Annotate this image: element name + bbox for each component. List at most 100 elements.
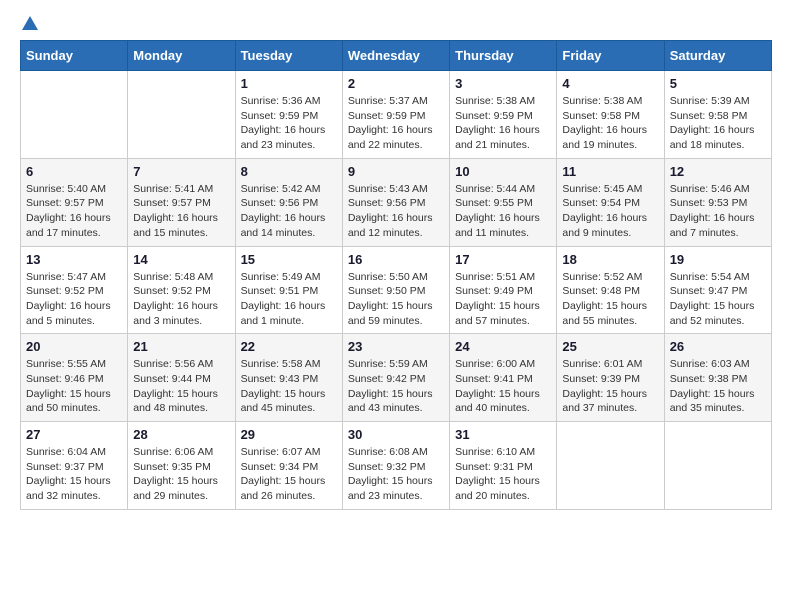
day-number: 4: [562, 76, 658, 91]
day-number: 22: [241, 339, 337, 354]
day-info: Sunrise: 5:48 AM Sunset: 9:52 PM Dayligh…: [133, 270, 229, 329]
logo: [20, 20, 38, 30]
calendar-week-row: 6Sunrise: 5:40 AM Sunset: 9:57 PM Daylig…: [21, 158, 772, 246]
calendar-week-row: 13 Sunrise: 5:47 AM Sunset: 9:52 PM Dayli…: [21, 246, 772, 334]
day-info: Sunrise: 5:44 AM Sunset: 9:55 PM Dayligh…: [455, 182, 551, 241]
day-number: 27: [26, 427, 122, 442]
day-info: Sunrise: 5:37 AM Sunset: 9:59 PM Dayligh…: [348, 94, 444, 153]
day-info: Sunrise: 5:36 AM Sunset: 9:59 PM Dayligh…: [241, 94, 337, 153]
calendar-table: SundayMondayTuesdayWednesdayThursdayFrid…: [20, 40, 772, 510]
calendar-day-cell: 6Sunrise: 5:40 AM Sunset: 9:57 PM Daylig…: [21, 158, 128, 246]
day-info: Sunrise: 5:49 AM Sunset: 9:51 PM Dayligh…: [241, 270, 337, 329]
calendar-day-cell: 10 Sunrise: 5:44 AM Sunset: 9:55 PM Dayli…: [450, 158, 557, 246]
calendar-day-cell: [557, 422, 664, 510]
calendar-day-cell: 20 Sunrise: 5:55 AM Sunset: 9:46 PM Dayli…: [21, 334, 128, 422]
calendar-day-cell: [21, 71, 128, 159]
day-info: Sunrise: 5:58 AM Sunset: 9:43 PM Dayligh…: [241, 357, 337, 416]
day-info: Sunrise: 5:41 AM Sunset: 9:57 PM Dayligh…: [133, 182, 229, 241]
calendar-day-cell: 5 Sunrise: 5:39 AM Sunset: 9:58 PM Daylig…: [664, 71, 771, 159]
day-number: 14: [133, 252, 229, 267]
calendar-week-row: 27 Sunrise: 6:04 AM Sunset: 9:37 PM Dayli…: [21, 422, 772, 510]
day-number: 15: [241, 252, 337, 267]
day-number: 8: [241, 164, 337, 179]
weekday-header: Friday: [557, 41, 664, 71]
day-number: 28: [133, 427, 229, 442]
calendar-day-cell: 13 Sunrise: 5:47 AM Sunset: 9:52 PM Dayli…: [21, 246, 128, 334]
day-number: 24: [455, 339, 551, 354]
calendar-day-cell: 25 Sunrise: 6:01 AM Sunset: 9:39 PM Dayli…: [557, 334, 664, 422]
day-info: Sunrise: 6:04 AM Sunset: 9:37 PM Dayligh…: [26, 445, 122, 504]
calendar-day-cell: [128, 71, 235, 159]
calendar-body: 1 Sunrise: 5:36 AM Sunset: 9:59 PM Daylig…: [21, 71, 772, 510]
day-number: 6: [26, 164, 122, 179]
day-info: Sunrise: 6:00 AM Sunset: 9:41 PM Dayligh…: [455, 357, 551, 416]
day-info: Sunrise: 5:42 AM Sunset: 9:56 PM Dayligh…: [241, 182, 337, 241]
day-info: Sunrise: 6:10 AM Sunset: 9:31 PM Dayligh…: [455, 445, 551, 504]
calendar-day-cell: 14 Sunrise: 5:48 AM Sunset: 9:52 PM Dayli…: [128, 246, 235, 334]
day-info: Sunrise: 6:03 AM Sunset: 9:38 PM Dayligh…: [670, 357, 766, 416]
calendar-day-cell: 22 Sunrise: 5:58 AM Sunset: 9:43 PM Dayli…: [235, 334, 342, 422]
calendar-day-cell: 8 Sunrise: 5:42 AM Sunset: 9:56 PM Daylig…: [235, 158, 342, 246]
day-number: 7: [133, 164, 229, 179]
weekday-header: Saturday: [664, 41, 771, 71]
calendar-day-cell: 9 Sunrise: 5:43 AM Sunset: 9:56 PM Daylig…: [342, 158, 449, 246]
calendar-day-cell: 24 Sunrise: 6:00 AM Sunset: 9:41 PM Dayli…: [450, 334, 557, 422]
weekday-row: SundayMondayTuesdayWednesdayThursdayFrid…: [21, 41, 772, 71]
calendar-day-cell: 4Sunrise: 5:38 AM Sunset: 9:58 PM Daylig…: [557, 71, 664, 159]
day-info: Sunrise: 5:47 AM Sunset: 9:52 PM Dayligh…: [26, 270, 122, 329]
calendar-day-cell: 30Sunrise: 6:08 AM Sunset: 9:32 PM Dayli…: [342, 422, 449, 510]
day-number: 10: [455, 164, 551, 179]
day-info: Sunrise: 5:55 AM Sunset: 9:46 PM Dayligh…: [26, 357, 122, 416]
day-info: Sunrise: 5:39 AM Sunset: 9:58 PM Dayligh…: [670, 94, 766, 153]
weekday-header: Thursday: [450, 41, 557, 71]
day-number: 17: [455, 252, 551, 267]
logo-general: [20, 20, 38, 30]
calendar-day-cell: 15 Sunrise: 5:49 AM Sunset: 9:51 PM Dayli…: [235, 246, 342, 334]
day-number: 1: [241, 76, 337, 91]
day-info: Sunrise: 5:50 AM Sunset: 9:50 PM Dayligh…: [348, 270, 444, 329]
weekday-header: Wednesday: [342, 41, 449, 71]
weekday-header: Monday: [128, 41, 235, 71]
day-number: 29: [241, 427, 337, 442]
calendar-day-cell: 2 Sunrise: 5:37 AM Sunset: 9:59 PM Daylig…: [342, 71, 449, 159]
day-number: 9: [348, 164, 444, 179]
day-info: Sunrise: 5:59 AM Sunset: 9:42 PM Dayligh…: [348, 357, 444, 416]
day-info: Sunrise: 5:45 AM Sunset: 9:54 PM Dayligh…: [562, 182, 658, 241]
day-info: Sunrise: 5:56 AM Sunset: 9:44 PM Dayligh…: [133, 357, 229, 416]
day-number: 16: [348, 252, 444, 267]
day-number: 25: [562, 339, 658, 354]
day-number: 2: [348, 76, 444, 91]
calendar-week-row: 1 Sunrise: 5:36 AM Sunset: 9:59 PM Daylig…: [21, 71, 772, 159]
logo-triangle-icon: [22, 16, 38, 30]
calendar-day-cell: 21 Sunrise: 5:56 AM Sunset: 9:44 PM Dayli…: [128, 334, 235, 422]
day-info: Sunrise: 5:54 AM Sunset: 9:47 PM Dayligh…: [670, 270, 766, 329]
day-number: 19: [670, 252, 766, 267]
day-number: 23: [348, 339, 444, 354]
day-number: 18: [562, 252, 658, 267]
day-number: 5: [670, 76, 766, 91]
calendar-day-cell: 16 Sunrise: 5:50 AM Sunset: 9:50 PM Dayli…: [342, 246, 449, 334]
day-info: Sunrise: 6:08 AM Sunset: 9:32 PM Dayligh…: [348, 445, 444, 504]
day-number: 21: [133, 339, 229, 354]
day-number: 13: [26, 252, 122, 267]
day-info: Sunrise: 5:43 AM Sunset: 9:56 PM Dayligh…: [348, 182, 444, 241]
calendar-day-cell: 1 Sunrise: 5:36 AM Sunset: 9:59 PM Daylig…: [235, 71, 342, 159]
day-info: Sunrise: 5:51 AM Sunset: 9:49 PM Dayligh…: [455, 270, 551, 329]
calendar-day-cell: 28 Sunrise: 6:06 AM Sunset: 9:35 PM Dayli…: [128, 422, 235, 510]
calendar-day-cell: 7 Sunrise: 5:41 AM Sunset: 9:57 PM Daylig…: [128, 158, 235, 246]
calendar-day-cell: 11Sunrise: 5:45 AM Sunset: 9:54 PM Dayli…: [557, 158, 664, 246]
calendar-header: SundayMondayTuesdayWednesdayThursdayFrid…: [21, 41, 772, 71]
calendar-day-cell: 12 Sunrise: 5:46 AM Sunset: 9:53 PM Dayli…: [664, 158, 771, 246]
page-header: [20, 20, 772, 30]
calendar-day-cell: 31Sunrise: 6:10 AM Sunset: 9:31 PM Dayli…: [450, 422, 557, 510]
day-info: Sunrise: 5:38 AM Sunset: 9:59 PM Dayligh…: [455, 94, 551, 153]
day-number: 20: [26, 339, 122, 354]
calendar-day-cell: 3Sunrise: 5:38 AM Sunset: 9:59 PM Daylig…: [450, 71, 557, 159]
day-number: 12: [670, 164, 766, 179]
day-info: Sunrise: 6:01 AM Sunset: 9:39 PM Dayligh…: [562, 357, 658, 416]
day-info: Sunrise: 6:06 AM Sunset: 9:35 PM Dayligh…: [133, 445, 229, 504]
day-info: Sunrise: 6:07 AM Sunset: 9:34 PM Dayligh…: [241, 445, 337, 504]
calendar-day-cell: [664, 422, 771, 510]
day-info: Sunrise: 5:46 AM Sunset: 9:53 PM Dayligh…: [670, 182, 766, 241]
calendar-day-cell: 27 Sunrise: 6:04 AM Sunset: 9:37 PM Dayli…: [21, 422, 128, 510]
